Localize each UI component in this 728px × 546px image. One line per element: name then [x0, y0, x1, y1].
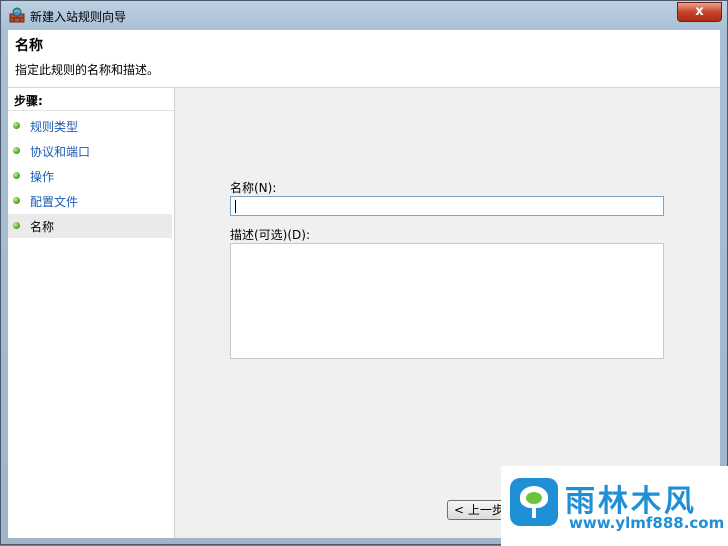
step-status-icon	[13, 122, 20, 129]
step-status-icon	[13, 172, 20, 179]
close-button[interactable]: x	[677, 2, 722, 22]
watermark-url: www.ylmf888.com	[569, 514, 725, 532]
step-rule-type[interactable]: 规则类型	[8, 114, 172, 138]
name-label: 名称(N):	[230, 181, 277, 195]
page-title: 名称	[15, 38, 43, 54]
window-title: 新建入站规则向导	[30, 10, 127, 24]
description-label: 描述(可选)(D):	[230, 228, 311, 242]
wizard-window: 新建入站规则向导 x 名称 指定此规则的名称和描述。 步骤: 规则类型 协议和端…	[0, 0, 728, 546]
name-input[interactable]	[230, 196, 664, 216]
step-label: 配置文件	[30, 195, 79, 209]
step-name[interactable]: 名称	[8, 214, 172, 238]
step-action[interactable]: 操作	[8, 164, 172, 188]
step-protocol-ports[interactable]: 协议和端口	[8, 139, 172, 163]
description-textarea[interactable]	[230, 243, 664, 359]
steps-title: 步骤:	[14, 94, 43, 108]
watermark-logo-icon	[510, 478, 558, 526]
close-icon: x	[695, 4, 704, 19]
step-label: 操作	[30, 170, 55, 184]
step-status-icon	[13, 147, 20, 154]
page-subtitle: 指定此规则的名称和描述。	[15, 63, 160, 77]
logo-leaf-inner	[526, 492, 542, 504]
watermark: 雨林木风 www.ylmf888.com	[501, 466, 728, 546]
title-bar[interactable]: 新建入站规则向导 x	[1, 1, 727, 30]
step-status-icon	[13, 222, 20, 229]
wizard-header: 名称 指定此规则的名称和描述。	[8, 30, 720, 88]
step-label: 规则类型	[30, 120, 79, 134]
step-label: 协议和端口	[30, 145, 91, 159]
step-label: 名称	[30, 220, 55, 234]
steps-divider	[8, 110, 174, 111]
step-status-icon	[13, 197, 20, 204]
text-caret	[235, 200, 236, 213]
step-profile[interactable]: 配置文件	[8, 189, 172, 213]
firewall-app-icon	[9, 7, 25, 23]
logo-stem	[532, 506, 536, 518]
steps-panel: 步骤: 规则类型 协议和端口 操作 配置文件 名称	[8, 88, 175, 538]
